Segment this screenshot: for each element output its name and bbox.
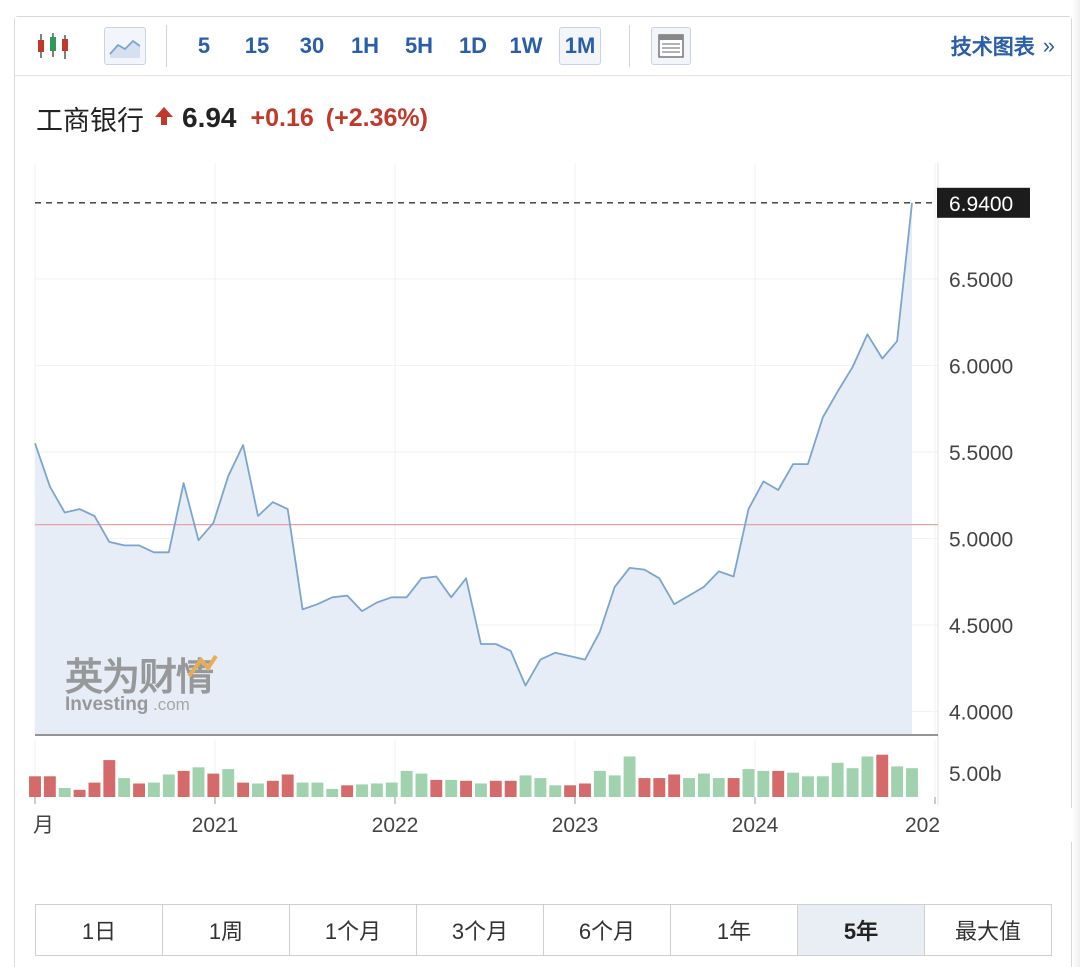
y-tick-label: 6.0000 [949,355,1013,378]
range-tab-1w[interactable]: 1周 [163,905,290,955]
volume-bar [534,778,547,797]
volume-bar [385,782,398,797]
volume-bar [147,782,160,797]
range-tab-3m[interactable]: 3个月 [417,905,544,955]
y-tick-label: 5.5000 [949,442,1013,465]
volume-bar [118,778,131,797]
volume-bar [564,785,577,797]
y-tick-label: 5.0000 [949,528,1013,551]
volume-bar [697,773,710,797]
price-axis: 6.5000 6.0000 5.5000 5.0000 4.5000 4.0000 [949,269,1013,725]
volume-bar [831,762,844,797]
volume-bar [668,774,681,797]
range-tab-6m[interactable]: 6个月 [544,905,671,955]
price-chart: 6.5000 6.0000 5.5000 5.0000 4.5000 4.0000 6.9… [29,163,1080,842]
volume-bar [846,768,859,797]
volume-bar [311,782,324,797]
volume-bar [876,754,889,797]
volume-bar [207,773,220,797]
volume-bar [88,782,101,797]
volume-bar [252,783,264,797]
x-tick-label: 2024 [732,814,779,837]
volume-bar [712,778,725,797]
volume-bar [891,766,904,797]
volume-bar [802,776,814,797]
volume-bar [430,779,443,797]
x-tick-label: 2022 [372,814,419,837]
volume-bar [400,770,413,797]
volume-bar [415,773,428,797]
volume-bar [638,778,651,797]
y-tick-label: 4.0000 [949,702,1013,725]
y-tick-label: 6.5000 [949,269,1013,292]
volume-bar [237,782,250,797]
volume-bar [103,760,116,797]
volume-bar [266,780,279,797]
volume-bar [579,783,591,797]
volume-bar [727,778,740,797]
volume-bars [29,754,918,797]
volume-bar [445,779,458,797]
last-price-label-group: 6.9400 [937,187,1030,218]
last-price-label: 6.9400 [949,193,1013,216]
volume-bar [683,778,695,797]
volume-bar [772,770,785,797]
volume-bar [296,782,309,797]
volume-bar [549,785,562,797]
x-tick-label: 月 [33,814,54,837]
time-axis: 月 2021 2022 2023 2024 202 [33,797,1080,842]
volume-bar [341,785,354,797]
volume-bar [43,776,56,797]
range-tab-max[interactable]: 最大值 [925,905,1051,955]
volume-bar [281,774,294,797]
volume-bar [742,769,755,797]
volume-bar [861,756,874,797]
y-tick-label: 4.5000 [949,615,1013,638]
volume-bar [73,789,86,797]
volume-bar [474,783,487,797]
volume-bar [593,770,606,797]
x-tick-label: 2023 [552,814,599,837]
volume-bar [757,770,770,797]
volume-bar [623,756,636,797]
volume-bar [192,767,205,797]
range-tab-5y[interactable]: 5年 [798,905,925,955]
edge-shadow [1072,0,1080,967]
watermark-suffix: .com [153,695,190,714]
volume-bar [519,775,532,797]
volume-bar [608,775,621,797]
volume-bar [356,784,368,797]
volume-bar [906,768,918,797]
range-tab-1m[interactable]: 1个月 [290,905,417,955]
volume-bar [489,780,502,797]
x-tick-label: 202 [905,814,940,837]
volume-bar [58,788,71,797]
volume-bar [29,776,41,797]
volume-bar [326,788,339,797]
range-tab-1d[interactable]: 1日 [36,905,163,955]
volume-bar [460,780,473,797]
watermark-cn: 英为财情 [65,655,213,699]
x-axis-clip-mask [939,808,1080,842]
volume-axis-label: 5.00b [949,763,1002,786]
volume-bar [504,780,517,797]
volume-bar [787,772,800,797]
volume-axis: 5.00b [949,763,1002,786]
volume-bar [370,783,383,797]
volume-bar [177,770,190,797]
volume-bar [816,776,829,797]
range-tabs: 1日 1周 1个月 3个月 6个月 1年 5年 最大值 [35,904,1052,956]
volume-bar [653,778,666,797]
x-tick-label: 2021 [192,814,239,837]
volume-bar [222,769,235,797]
range-tab-1y[interactable]: 1年 [671,905,798,955]
watermark-en: Investing [65,694,148,715]
volume-bar [162,774,175,797]
volume-bar [133,783,145,797]
